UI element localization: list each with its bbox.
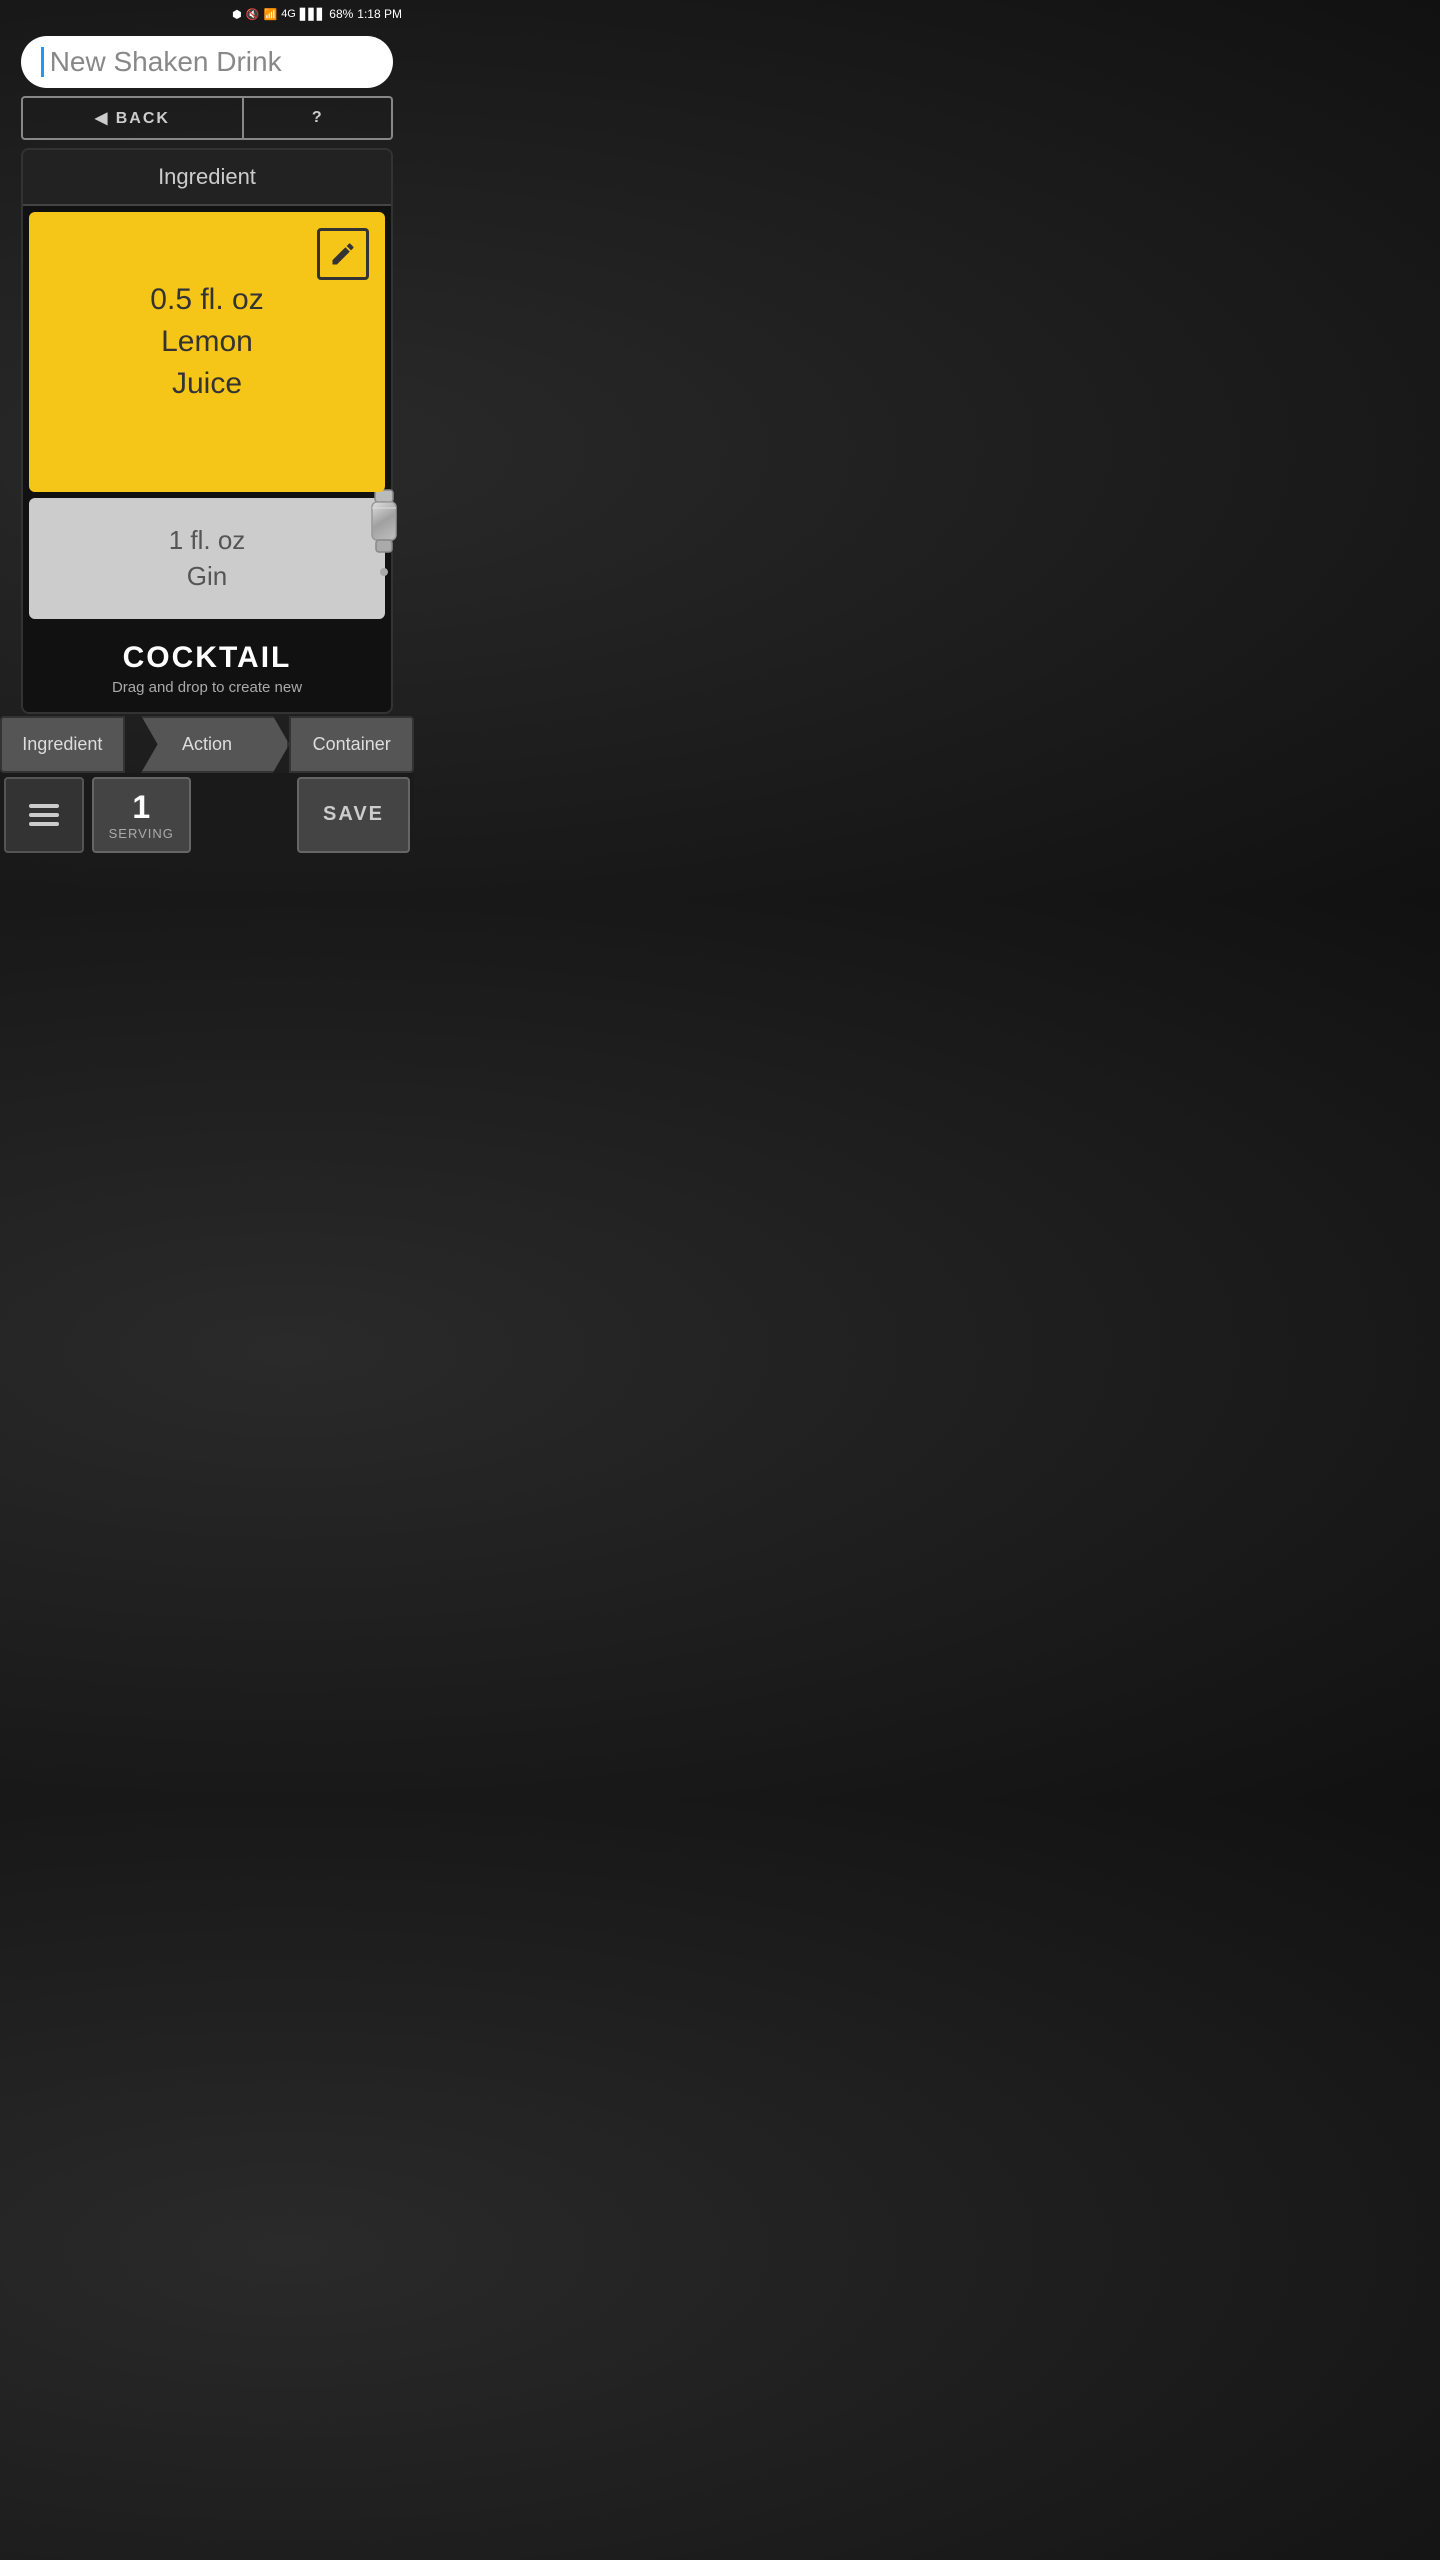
hamburger-line-2 bbox=[29, 813, 59, 817]
status-bar: ⬢ 🔇 📶 4G ▋▋▋ 68% 1:18 PM bbox=[0, 0, 414, 28]
hamburger-line-1 bbox=[29, 804, 59, 808]
bluetooth-icon: ⬢ bbox=[232, 8, 242, 21]
hamburger-line-3 bbox=[29, 822, 59, 826]
serving-label: SERVING bbox=[109, 826, 174, 841]
help-button[interactable]: ? bbox=[244, 96, 393, 140]
wifi-icon: 📶 bbox=[263, 8, 277, 21]
cocktail-title: COCKTAIL bbox=[33, 641, 382, 675]
ingredient-label: Ingredient bbox=[158, 164, 256, 189]
footer-spacer bbox=[199, 777, 294, 853]
edit-ingredient-button[interactable] bbox=[317, 228, 369, 280]
second-ingredient-amount: 1 fl. oz bbox=[169, 525, 246, 555]
active-ingredient-name: LemonJuice bbox=[161, 325, 253, 400]
drink-name-input[interactable]: New Shaken Drink bbox=[50, 46, 282, 78]
signal-icon: ▋▋▋ bbox=[300, 8, 325, 21]
title-bar: New Shaken Drink bbox=[21, 36, 394, 88]
save-button[interactable]: SAVE bbox=[297, 777, 410, 853]
cocktail-section: COCKTAIL Drag and drop to create new bbox=[23, 625, 392, 712]
container-tab[interactable]: Container bbox=[289, 716, 414, 773]
serving-button[interactable]: 1 SERVING bbox=[92, 777, 191, 853]
menu-button[interactable] bbox=[4, 777, 84, 853]
bottom-tabs: Ingredient Action Container bbox=[0, 716, 414, 773]
pencil-icon bbox=[329, 240, 357, 268]
second-ingredient-text: 1 fl. oz Gin bbox=[49, 522, 366, 595]
second-ingredient-card[interactable]: 1 fl. oz Gin bbox=[29, 498, 386, 619]
cocktail-subtitle: Drag and drop to create new bbox=[33, 679, 382, 708]
back-button[interactable]: ◀ BACK bbox=[21, 96, 245, 140]
active-ingredient-card[interactable]: 0.5 fl. oz LemonJuice bbox=[29, 212, 386, 492]
serving-number: 1 bbox=[132, 789, 150, 826]
second-ingredient-name: Gin bbox=[187, 561, 227, 591]
shaker-icon bbox=[364, 488, 404, 581]
ingredient-header: Ingredient bbox=[23, 150, 392, 206]
active-ingredient-text: 0.5 fl. oz LemonJuice bbox=[150, 279, 263, 405]
time-display: 1:18 PM bbox=[357, 7, 402, 21]
ingredient-tab[interactable]: Ingredient bbox=[0, 716, 125, 773]
mute-icon: 🔇 bbox=[246, 8, 260, 21]
nav-buttons: ◀ BACK ? bbox=[21, 96, 394, 140]
battery-status: 68% bbox=[329, 7, 353, 21]
content-area: Ingredient 0.5 fl. oz LemonJuice 1 fl. o… bbox=[21, 148, 394, 714]
footer-bar: 1 SERVING SAVE bbox=[0, 773, 414, 857]
action-tab[interactable]: Action bbox=[125, 716, 290, 773]
network-icon: 4G bbox=[281, 8, 296, 20]
active-ingredient-amount: 0.5 fl. oz bbox=[150, 283, 263, 316]
cursor bbox=[41, 47, 44, 77]
